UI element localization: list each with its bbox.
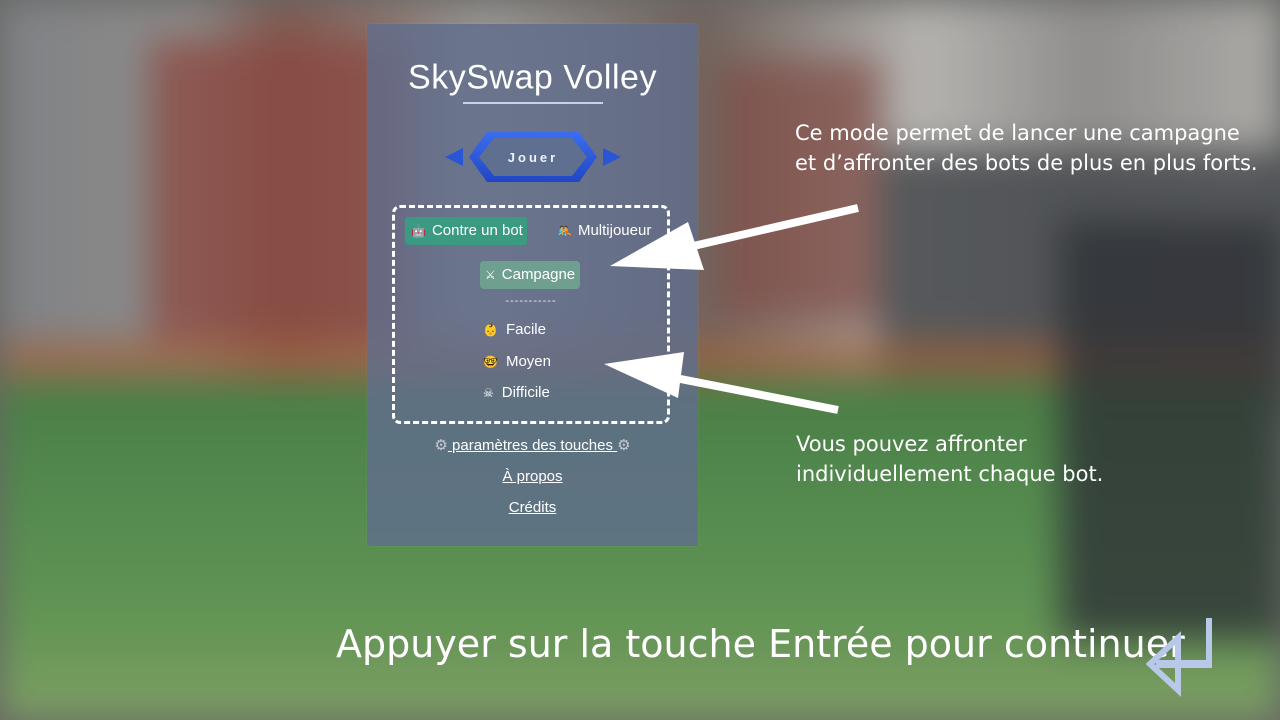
gear-icon: ⚙ [434,437,448,454]
robot-icon: 🤖 [411,224,426,238]
key-settings-link[interactable]: ⚙ paramètres des touches ⚙ [367,436,698,454]
people-icon: 🤼 [557,224,572,238]
difficulty-easy[interactable]: 👶 Facile [483,321,546,338]
game-title: SkySwap Volley [408,58,657,97]
enter-key-icon [1146,618,1212,697]
tab-multiplayer-label: Multijoueur [577,222,652,239]
tab-multiplayer[interactable]: 🤼 Multijoueur [553,217,655,245]
continue-prompt: Appuyer sur la touche Entrée pour contin… [336,622,1185,666]
difficulty-hard-label: Difficile [501,384,550,401]
difficulty-medium-label: Moyen [505,353,551,370]
title-underline [463,102,603,104]
campaign-button[interactable]: ⚔ Campagne [480,261,581,289]
difficulty-hard[interactable]: ☠ Difficile [483,384,550,401]
difficulty-medium[interactable]: 🤓 Moyen [483,353,551,370]
gear-icon: ⚙ [617,437,631,454]
difficulty-easy-label: Facile [505,321,546,338]
baby-icon: 👶 [483,323,498,337]
play-control[interactable]: Jouer [445,132,621,182]
separator: ----------- [505,295,557,307]
arrow-left-icon[interactable] [445,148,463,166]
arrow-right-icon[interactable] [603,148,621,166]
crossed-swords-icon: ⚔ [485,268,496,282]
tab-bot[interactable]: 🤖 Contre un bot [405,217,527,245]
credits-link[interactable]: Crédits [367,499,698,516]
key-settings-label: paramètres des touches [452,437,613,454]
campaign-annotation-line2: et d’affronter des bots de plus en plus … [795,151,1258,175]
bots-annotation-line2: individuellement chaque bot. [796,462,1104,486]
about-link[interactable]: À propos [367,468,698,485]
tab-bot-label: Contre un bot [431,222,523,239]
campaign-annotation-line1: Ce mode permet de lancer une campagne [795,121,1240,145]
mode-selection-box: 🤖 Contre un bot 🤼 Multijoueur ⚔ Campagne --… [392,205,670,424]
main-menu-panel: SkySwap Volley Jouer 🤖 Contre un bot 🤼 Mul… [367,24,698,546]
play-label: Jouer [507,149,559,165]
nerd-face-icon: 🤓 [483,355,498,369]
bots-annotation: Vous pouvez affronter individuellement c… [796,429,1126,489]
skull-crossbones-icon: ☠ [483,386,494,400]
campaign-label: Campagne [501,266,576,283]
play-button[interactable]: Jouer [469,132,597,182]
campaign-annotation: Ce mode permet de lancer une campagne et… [795,118,1265,178]
bots-annotation-line1: Vous pouvez affronter [796,432,1027,456]
